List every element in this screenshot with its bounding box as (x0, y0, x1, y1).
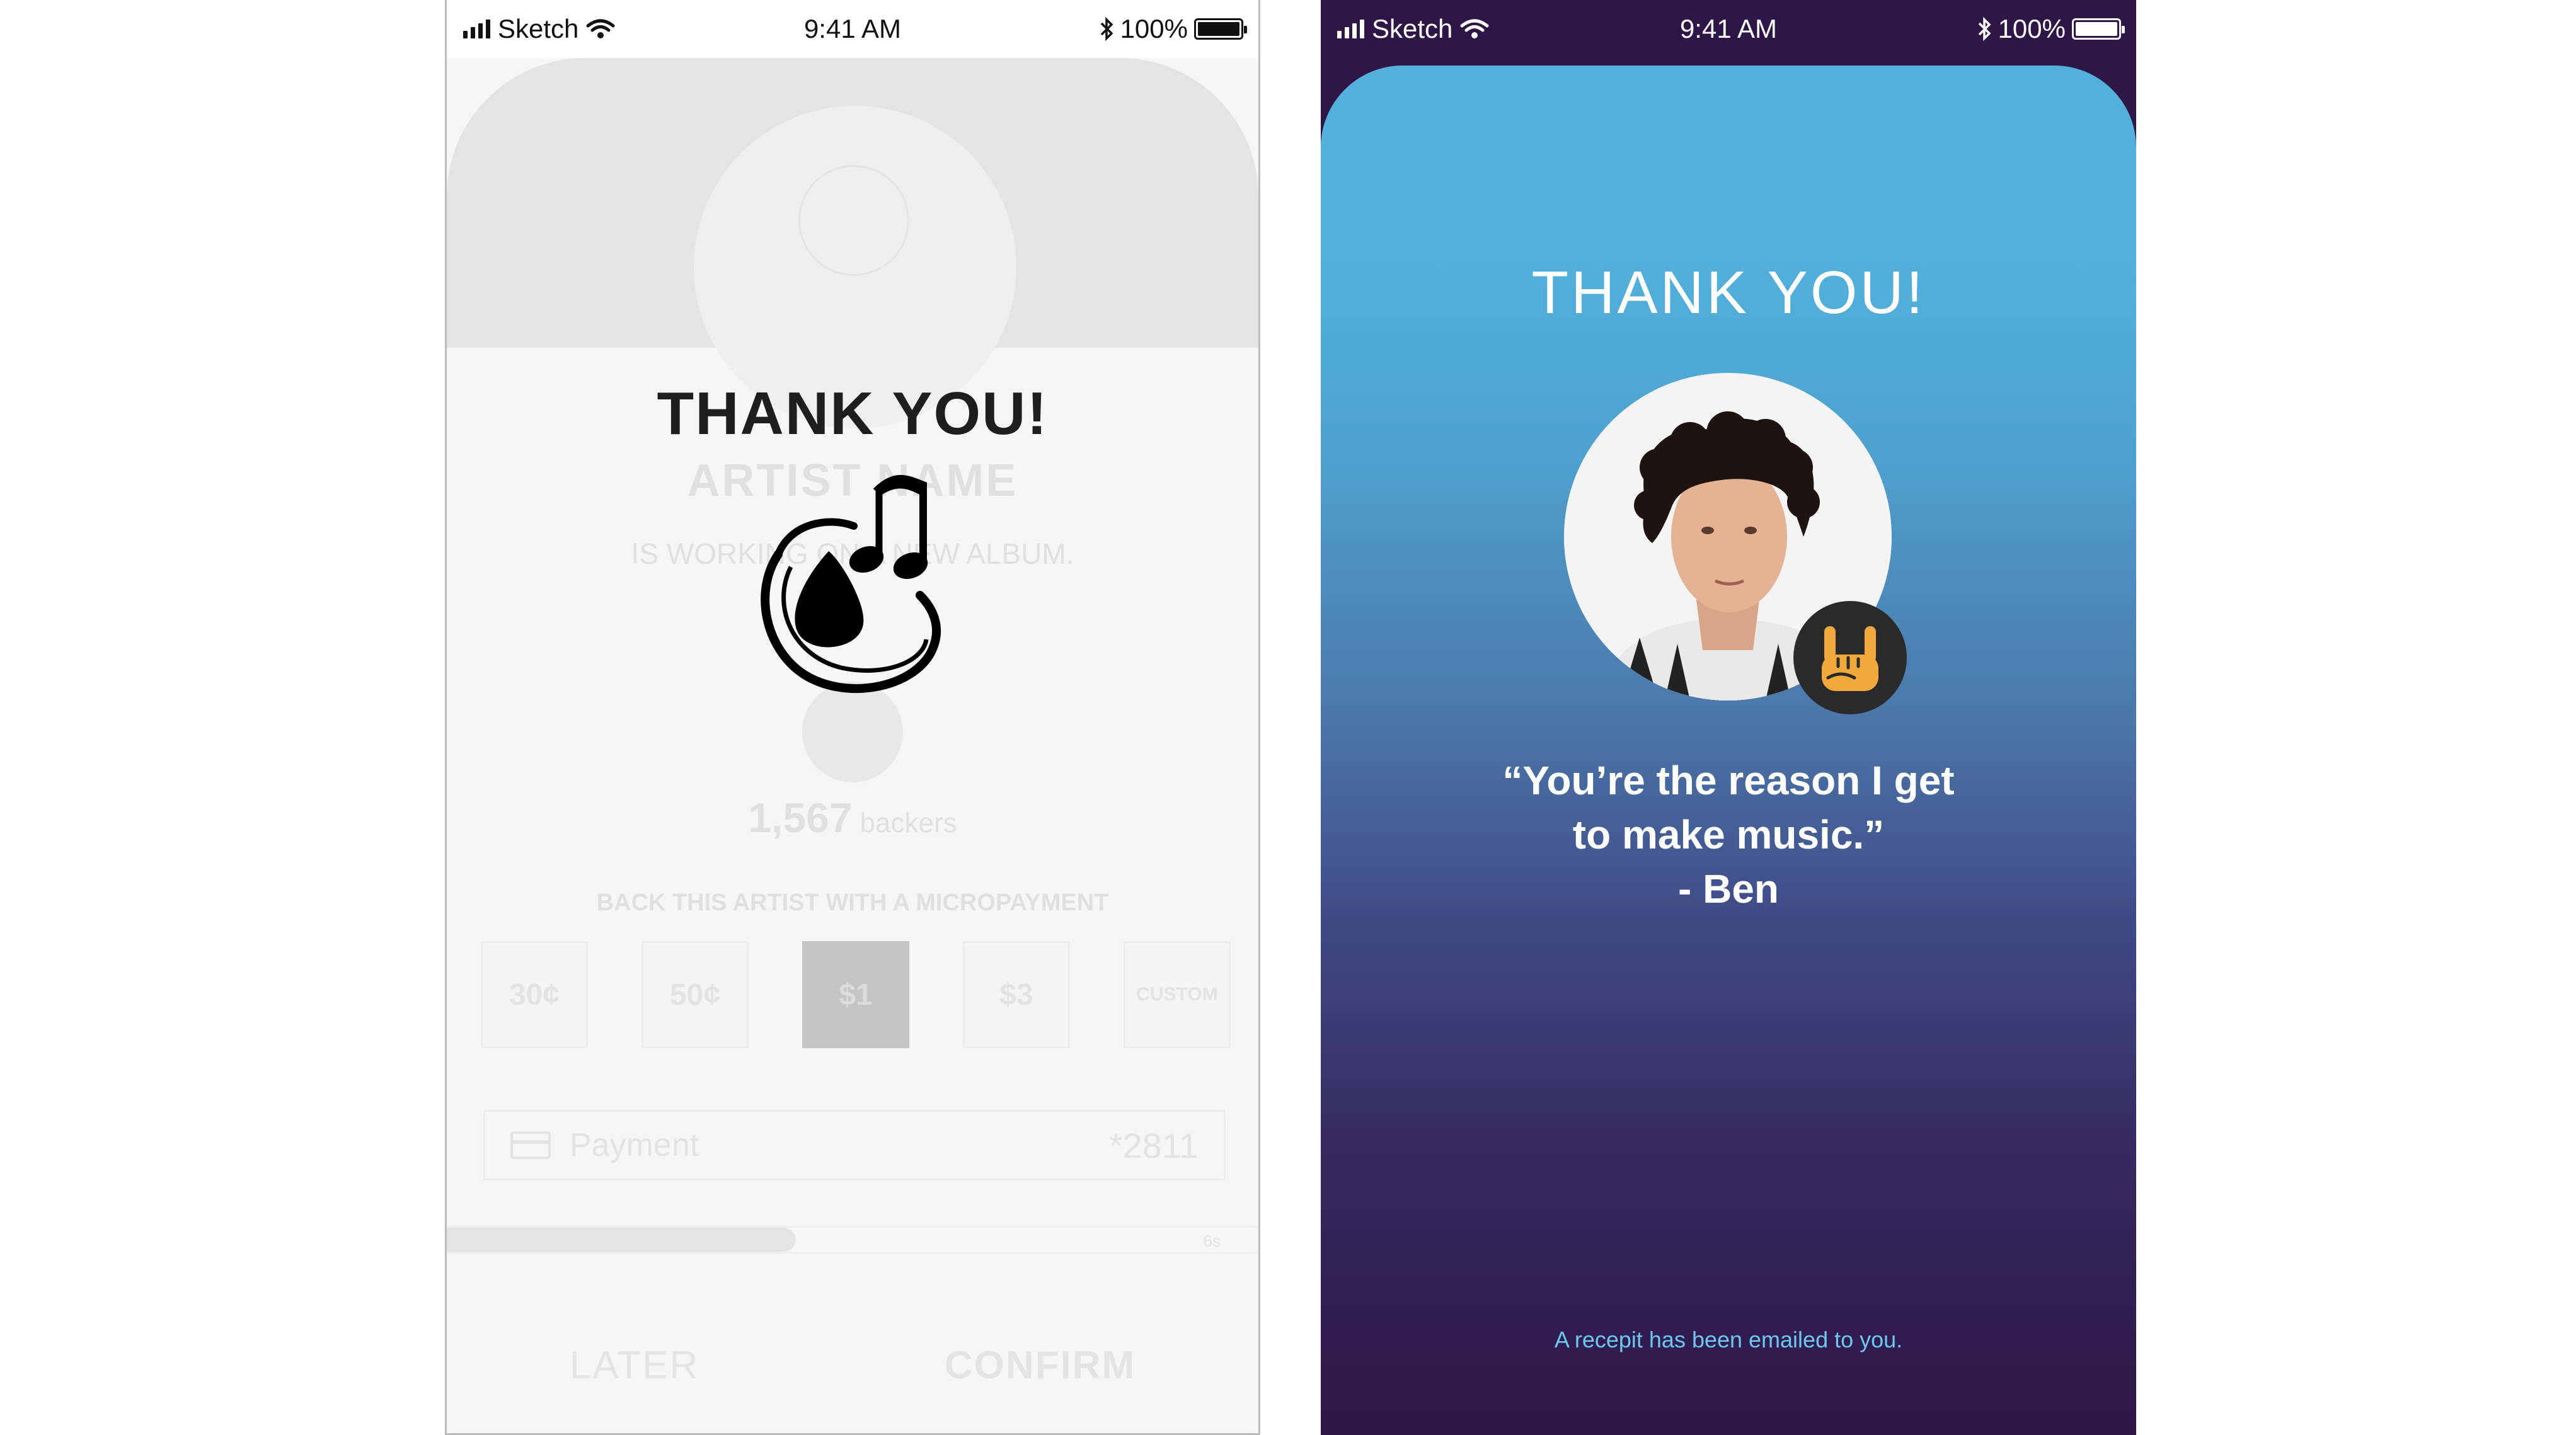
countdown-progress: 6s (447, 1226, 1258, 1254)
progress-fill (447, 1228, 796, 1252)
amount-option[interactable]: $3 (963, 941, 1070, 1048)
status-bar: Sketch 9:41 AM 100% (1321, 0, 2136, 58)
action-buttons: LATER CONFIRM (447, 1343, 1258, 1388)
artist-photo-inner (798, 165, 909, 276)
credit-card-icon (510, 1131, 551, 1159)
amount-option[interactable]: 50¢ (641, 941, 749, 1048)
right-phone-screen: Sketch 9:41 AM 100% THANK YOU! “You’re t… (1321, 0, 2136, 1435)
faded-background-content: ARTIST NAME IS WORKING ON A NEW ALBUM. 1… (447, 58, 1258, 1433)
rock-hand-icon (1822, 626, 1878, 691)
backers-count: 1,567 backers (447, 794, 1258, 842)
battery-icon (2072, 18, 2125, 40)
amount-option[interactable]: CUSTOM (1124, 941, 1231, 1048)
amount-options: 30¢ 50¢ $1 $3 CUSTOM (481, 941, 1231, 1048)
status-right: 100% (1977, 0, 2125, 58)
rock-hand-badge (1793, 601, 1907, 714)
battery-percent: 100% (1998, 14, 2066, 43)
receipt-note: A recepit has been emailed to you. (1554, 1327, 1903, 1352)
battery-percent: 100% (1120, 14, 1188, 43)
bluetooth-icon (1099, 17, 1114, 41)
backers-number: 1,567 (748, 794, 853, 841)
amount-option[interactable]: $1 (802, 941, 909, 1048)
status-bar: Sketch 9:41 AM 100% (447, 0, 1258, 58)
thank-you-title: THANK YOU! (657, 380, 1049, 447)
backers-label: backers (860, 808, 957, 838)
payment-field[interactable]: Payment *2811 (483, 1110, 1226, 1181)
battery-icon (1194, 18, 1247, 40)
payment-last4: *2811 (1108, 1125, 1199, 1165)
payment-label: Payment (570, 1127, 699, 1163)
quote-line-1: “You’re the reason I get (1502, 758, 1955, 803)
quote-author: - Ben (1678, 866, 1779, 912)
bluetooth-icon (1977, 17, 1992, 41)
progress-time: 6s (1203, 1232, 1221, 1250)
status-right: 100% (1099, 0, 1247, 58)
left-phone-screen: Sketch 9:41 AM 100% ARTIST NAME IS WORKI… (445, 0, 1260, 1435)
amount-option[interactable]: 30¢ (481, 941, 588, 1048)
thank-you-title: THANK YOU! (1531, 259, 1926, 326)
artist-quote: “You’re the reason I get to make music.”… (1321, 753, 2136, 916)
confirm-button[interactable]: CONFIRM (945, 1343, 1136, 1388)
back-artist-title: BACK THIS ARTIST WITH A MICROPAYMENT (596, 889, 1109, 916)
music-planet-icon (761, 475, 941, 694)
later-button[interactable]: LATER (570, 1343, 699, 1388)
quote-line-2: to make music.” (1572, 812, 1885, 857)
